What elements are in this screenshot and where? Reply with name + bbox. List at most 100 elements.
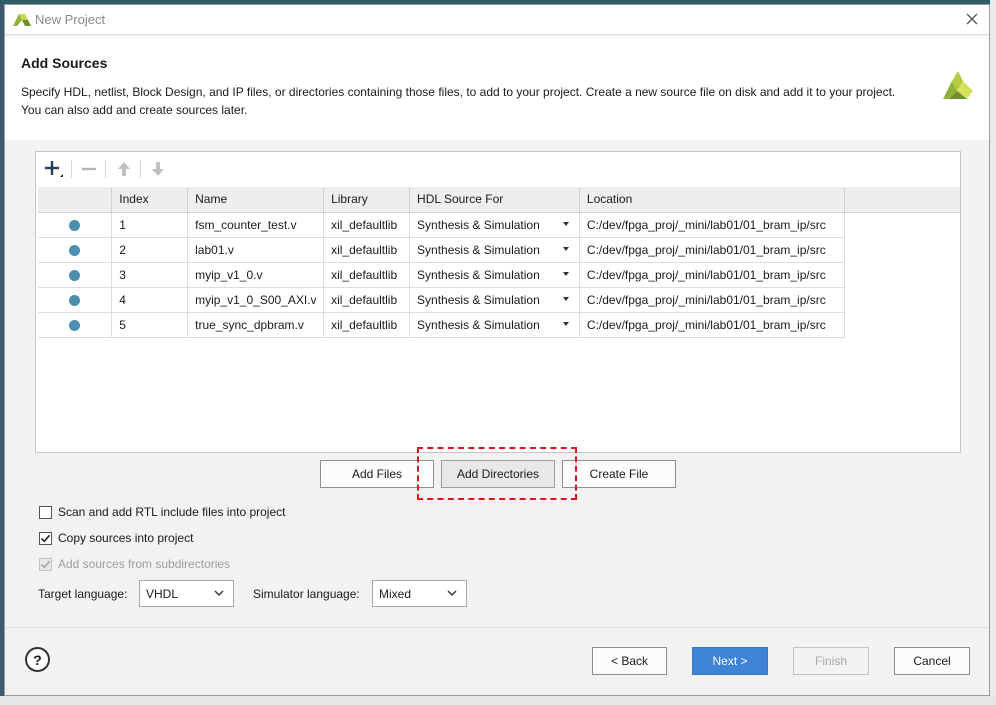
status-dot-icon (69, 294, 81, 306)
scan-rtl-checkbox[interactable]: Scan and add RTL include files into proj… (39, 505, 285, 519)
hdl-source-for-cell[interactable]: Synthesis & Simulation (409, 237, 580, 263)
library-cell[interactable]: xil_defaultlib (323, 287, 411, 313)
column-header-index[interactable]: Index (111, 187, 189, 213)
page-description: Specify HDL, netlist, Block Design, and … (21, 83, 921, 119)
table-row[interactable]: 3 myip_v1_0.v xil_defaultlib Synthesis &… (38, 262, 960, 288)
index-cell: 1 (111, 212, 189, 238)
toolbar-divider (71, 160, 72, 178)
dropdown-caret-icon[interactable] (562, 321, 569, 326)
vivado-logo-icon (13, 14, 31, 26)
table-row[interactable]: 2 lab01.v xil_defaultlib Synthesis & Sim… (38, 237, 960, 263)
checkbox-box[interactable] (39, 531, 52, 545)
back-label: < Back (610, 654, 649, 668)
background-bottom (0, 696, 996, 705)
dropdown-caret-icon[interactable] (562, 246, 569, 251)
status-dot-icon (69, 269, 81, 281)
close-icon[interactable] (963, 10, 981, 28)
copy-sources-checkbox[interactable]: Copy sources into project (39, 531, 193, 545)
hdl-source-for-value: Synthesis & Simulation (417, 217, 540, 232)
checkmark-icon (40, 534, 51, 542)
table-header-row: Index Name Library HDL Source For Locati… (38, 187, 960, 213)
minus-icon[interactable] (77, 158, 101, 180)
hdl-source-for-cell[interactable]: Synthesis & Simulation (409, 262, 580, 288)
help-button[interactable]: ? (25, 647, 50, 672)
arrow-down-icon[interactable] (146, 158, 170, 180)
hdl-source-for-cell[interactable]: Synthesis & Simulation (409, 312, 580, 338)
library-cell[interactable]: xil_defaultlib (323, 312, 411, 338)
sources-table: Index Name Library HDL Source For Locati… (38, 187, 960, 338)
description-line: Specify HDL, netlist, Block Design, and … (21, 85, 896, 99)
simulator-language-value: Mixed (379, 586, 412, 601)
index-cell: 3 (111, 262, 189, 288)
cancel-label: Cancel (913, 654, 951, 668)
hdl-source-for-cell[interactable]: Synthesis & Simulation (409, 212, 580, 238)
location-cell: C:/dev/fpga_proj/_mini/lab01/01_bram_ip/… (579, 312, 845, 338)
simulator-language-select[interactable]: Mixed (372, 580, 467, 607)
toolbar-divider (105, 160, 106, 178)
location-cell: C:/dev/fpga_proj/_mini/lab01/01_bram_ip/… (579, 212, 845, 238)
background-edge (990, 0, 996, 705)
table-row[interactable]: 1 fsm_counter_test.v xil_defaultlib Synt… (38, 212, 960, 238)
next-button[interactable]: Next > (692, 647, 768, 675)
title-bar: New Project (5, 5, 989, 35)
column-header-name[interactable]: Name (187, 187, 325, 213)
checkbox-box[interactable] (39, 505, 52, 519)
sources-panel: Index Name Library HDL Source For Locati… (35, 151, 961, 453)
index-cell: 4 (111, 287, 189, 313)
dropdown-caret-icon[interactable] (562, 271, 569, 276)
window-title: New Project (35, 12, 106, 27)
finish-button[interactable]: Finish (793, 647, 869, 675)
page-title: Add Sources (21, 55, 108, 71)
sources-toolbar (36, 152, 960, 185)
column-header-hdl-source-for[interactable]: HDL Source For (409, 187, 580, 213)
back-button[interactable]: < Back (592, 647, 667, 675)
wizard-header: Add Sources Specify HDL, netlist, Block … (5, 36, 989, 140)
hdl-source-for-cell[interactable]: Synthesis & Simulation (409, 287, 580, 313)
library-cell[interactable]: xil_defaultlib (323, 262, 411, 288)
footer-divider (5, 627, 989, 628)
status-cell (38, 212, 113, 238)
column-header-filler (844, 187, 960, 213)
add-subdirectories-label: Add sources from subdirectories (58, 557, 231, 571)
target-language-select[interactable]: VHDL (139, 580, 234, 607)
next-label: Next > (712, 654, 748, 668)
create-file-button[interactable]: Create File (562, 460, 676, 488)
target-language-label: Target language: (38, 587, 128, 601)
copy-sources-label: Copy sources into project (58, 531, 194, 545)
status-dot-icon (69, 219, 81, 231)
index-cell: 2 (111, 237, 189, 263)
library-cell[interactable]: xil_defaultlib (323, 237, 411, 263)
checkbox-box[interactable] (39, 557, 52, 571)
name-cell: myip_v1_0.v (187, 262, 325, 288)
arrow-up-icon[interactable] (112, 158, 136, 180)
cancel-button[interactable]: Cancel (894, 647, 970, 675)
plus-icon[interactable] (42, 158, 66, 180)
column-header-location[interactable]: Location (579, 187, 845, 213)
table-row[interactable]: 5 true_sync_dpbram.v xil_defaultlib Synt… (38, 312, 960, 338)
column-header-status[interactable] (38, 187, 113, 213)
create-file-label: Create File (589, 467, 649, 481)
scan-rtl-label: Scan and add RTL include files into proj… (58, 505, 286, 519)
table-row[interactable]: 4 myip_v1_0_S00_AXI.v xil_defaultlib Syn… (38, 287, 960, 313)
location-cell: C:/dev/fpga_proj/_mini/lab01/01_bram_ip/… (579, 262, 845, 288)
target-language-value: VHDL (146, 586, 179, 601)
highlight-annotation (417, 447, 577, 500)
location-cell: C:/dev/fpga_proj/_mini/lab01/01_bram_ip/… (579, 287, 845, 313)
hdl-source-for-value: Synthesis & Simulation (417, 242, 540, 257)
hdl-source-for-value: Synthesis & Simulation (417, 292, 540, 307)
chevron-down-icon (214, 590, 224, 596)
name-cell: fsm_counter_test.v (187, 212, 325, 238)
new-project-dialog: New Project Add Sources Specify HDL, net… (4, 4, 990, 696)
description-line: You can also add and create sources late… (21, 103, 248, 117)
hdl-source-for-value: Synthesis & Simulation (417, 267, 540, 282)
library-cell[interactable]: xil_defaultlib (323, 212, 411, 238)
toolbar-divider (140, 160, 141, 178)
add-subdirectories-checkbox[interactable]: Add sources from subdirectories (39, 557, 230, 571)
location-cell: C:/dev/fpga_proj/_mini/lab01/01_bram_ip/… (579, 237, 845, 263)
name-cell: myip_v1_0_S00_AXI.v (187, 287, 325, 313)
finish-label: Finish (814, 654, 847, 668)
status-cell (38, 312, 113, 338)
dropdown-caret-icon[interactable] (562, 296, 569, 301)
dropdown-caret-icon[interactable] (562, 221, 569, 226)
column-header-library[interactable]: Library (323, 187, 411, 213)
